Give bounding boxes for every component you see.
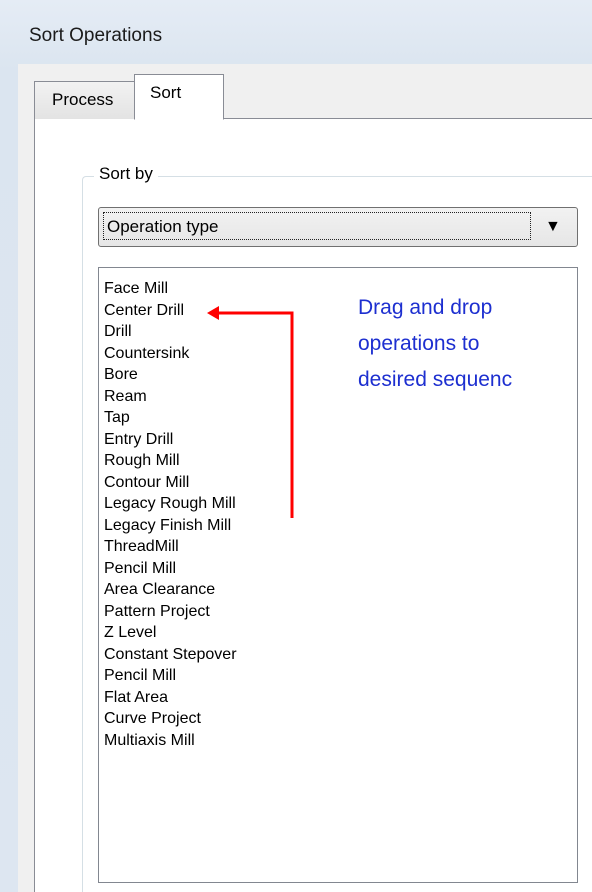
list-item[interactable]: Contour Mill (104, 472, 237, 494)
list-item[interactable]: Curve Project (104, 708, 237, 730)
list-item[interactable]: Area Clearance (104, 579, 237, 601)
tab-process-label: Process (52, 90, 114, 109)
annotation-line: desired sequenc (358, 368, 513, 391)
list-item[interactable]: Rough Mill (104, 450, 237, 472)
list-item[interactable]: Countersink (104, 343, 237, 365)
list-item[interactable]: Pattern Project (104, 601, 237, 623)
list-item[interactable]: Ream (104, 386, 237, 408)
list-item[interactable]: Face Mill (104, 278, 237, 300)
list-item[interactable]: Legacy Finish Mill (104, 515, 237, 537)
list-item[interactable]: Constant Stepover (104, 644, 237, 666)
list-item[interactable]: Z Level (104, 622, 237, 644)
window-title: Sort Operations (29, 25, 163, 46)
list-item[interactable]: Entry Drill (104, 429, 237, 451)
title-bar[interactable]: Sort Operations (0, 0, 592, 64)
list-item[interactable]: Pencil Mill (104, 558, 237, 580)
annotation-line: Drag and drop (358, 296, 493, 319)
chevron-down-icon[interactable]: ▼ (545, 218, 561, 236)
list-item[interactable]: Flat Area (104, 687, 237, 709)
sort-by-dropdown[interactable]: Operation type ▼ (98, 207, 578, 247)
sort-operations-window: Sort Operations Process Sort Sort by Ope… (0, 0, 592, 892)
list-item[interactable]: Center Drill (104, 300, 237, 322)
list-item[interactable]: Legacy Rough Mill (104, 493, 237, 515)
tab-sort-label: Sort (150, 83, 182, 102)
list-item[interactable]: ThreadMill (104, 536, 237, 558)
annotation-line: operations to (358, 332, 480, 355)
tab-sort[interactable]: Sort (134, 74, 224, 120)
operations-list: Face Mill Center Drill Drill Countersink… (104, 278, 237, 751)
list-item[interactable]: Tap (104, 407, 237, 429)
list-item[interactable]: Bore (104, 364, 237, 386)
sort-by-label: Sort by (94, 164, 158, 184)
list-item[interactable]: Drill (104, 321, 237, 343)
drag-drop-annotation: Drag and drop operations to desired sequ… (358, 290, 592, 398)
tab-process[interactable]: Process (34, 81, 135, 119)
list-item[interactable]: Multiaxis Mill (104, 730, 237, 752)
list-item[interactable]: Pencil Mill (104, 665, 237, 687)
sort-by-selected-value: Operation type (103, 212, 531, 240)
